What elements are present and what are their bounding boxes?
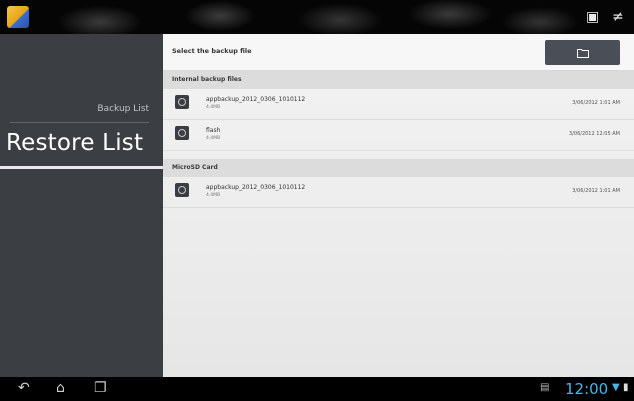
file-size: 4.4MB xyxy=(206,136,221,141)
sidebar: Backup List Restore List xyxy=(0,34,163,377)
file-size: 4.4MB xyxy=(206,193,221,198)
section-header-internal: Internal backup files xyxy=(163,71,634,89)
file-date: 3/06/2012 1:01 AM xyxy=(572,100,620,106)
settings-icon[interactable]: ≠ xyxy=(612,9,624,25)
file-row[interactable]: appbackup_2012_0306_1010112 4.4MB 3/06/2… xyxy=(163,89,634,120)
section-header-microsd: MicroSD Card xyxy=(163,159,634,177)
file-row[interactable]: flash 4.4MB 3/06/2012 12:05 AM xyxy=(163,120,634,151)
content-header: Select the backup file xyxy=(163,34,634,71)
screenshot-icon[interactable]: ▤ xyxy=(540,382,549,393)
home-icon[interactable]: ⌂ xyxy=(56,380,65,396)
file-size: 4.4MB xyxy=(206,105,221,110)
file-name: appbackup_2012_0306_1010112 xyxy=(206,184,306,191)
backup-file-icon xyxy=(175,183,189,197)
recent-apps-icon[interactable]: ❐ xyxy=(94,380,107,396)
browse-folder-button[interactable] xyxy=(545,40,620,65)
system-nav-bar: ↶ ⌂ ❐ ▤ 12:00 ▼ ▮ xyxy=(0,377,634,401)
active-tab-indicator xyxy=(0,166,163,169)
wifi-icon: ▼ xyxy=(612,382,620,393)
gallery-icon[interactable]: ▣ xyxy=(586,9,599,25)
sidebar-item-backup-list[interactable]: Backup List xyxy=(97,104,149,114)
section-title: MicroSD Card xyxy=(172,164,218,171)
back-icon[interactable]: ↶ xyxy=(18,380,30,396)
sidebar-item-restore-list[interactable]: Restore List xyxy=(6,130,143,156)
file-row[interactable]: appbackup_2012_0306_1010112 4.4MB 3/06/2… xyxy=(163,177,634,208)
backup-file-icon xyxy=(175,126,189,140)
main-content: Select the backup file Internal backup f… xyxy=(163,34,634,377)
folder-icon xyxy=(576,48,589,58)
app-icon[interactable] xyxy=(7,6,29,28)
file-name: appbackup_2012_0306_1010112 xyxy=(206,96,306,103)
sidebar-divider xyxy=(10,122,149,123)
page-title: Select the backup file xyxy=(172,47,252,55)
file-date: 3/06/2012 12:05 AM xyxy=(569,131,620,137)
backup-file-icon xyxy=(175,95,189,109)
section-title: Internal backup files xyxy=(172,76,242,83)
file-name: flash xyxy=(206,127,221,134)
clock: 12:00 xyxy=(565,380,609,398)
battery-icon: ▮ xyxy=(623,382,629,393)
file-date: 3/06/2012 1:01 AM xyxy=(572,188,620,194)
status-bar: ▣ ≠ xyxy=(0,0,634,34)
